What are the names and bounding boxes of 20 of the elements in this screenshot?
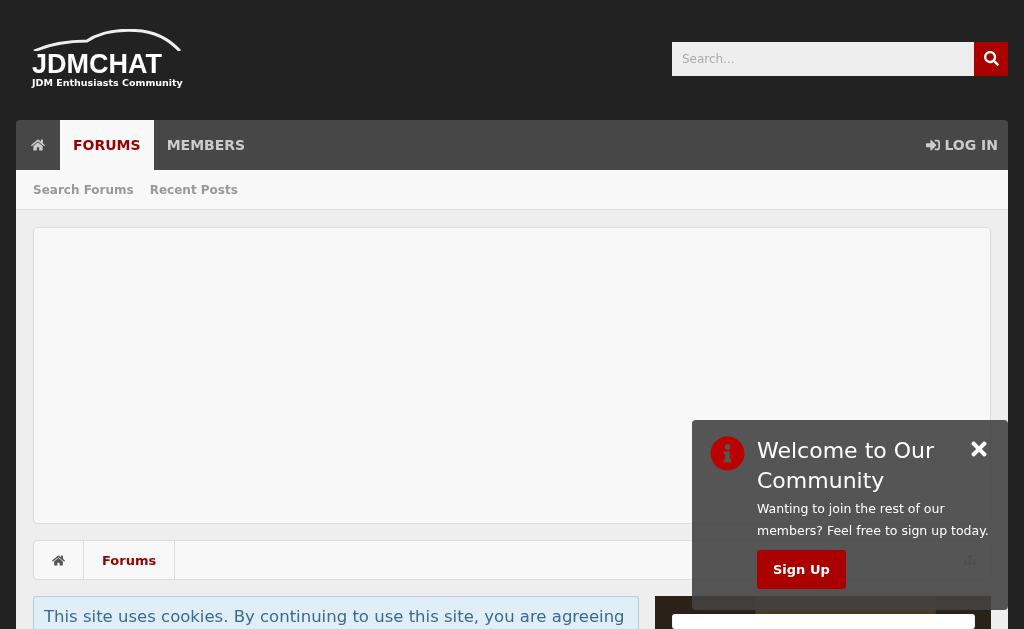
car-outline-icon [32, 28, 182, 51]
breadcrumb-link[interactable]: Forums [84, 541, 176, 579]
login-label[interactable]: LOG IN [944, 137, 998, 153]
popup-text: Wanting to join the rest of our members? Feel free to sign up today. [757, 500, 990, 540]
popup-title: Welcome to Our Community [757, 437, 935, 495]
home-icon [52, 553, 65, 567]
logo-tagline: JDM Enthusiasts Community [32, 76, 183, 88]
sign-up-button[interactable]: Sign Up [757, 550, 846, 589]
nav-tab[interactable]: FORUMS [60, 120, 154, 170]
search-field[interactable]: Search... [672, 41, 974, 76]
logo-title: JDMCHAT [32, 50, 163, 77]
site-logo[interactable]: JDMCHAT JDM Enthusiasts Community [32, 28, 183, 88]
nav-tab[interactable]: MEMBERS [153, 120, 259, 170]
home-icon [31, 138, 45, 152]
cookie-notice: This site uses cookies. By continuing to use this site, you are agreeing [33, 596, 639, 629]
search-icon [983, 51, 999, 66]
login-link[interactable]: LOG IN [926, 120, 998, 170]
login-icon [926, 138, 941, 152]
info-icon [710, 436, 745, 471]
search-button[interactable] [974, 41, 1008, 76]
